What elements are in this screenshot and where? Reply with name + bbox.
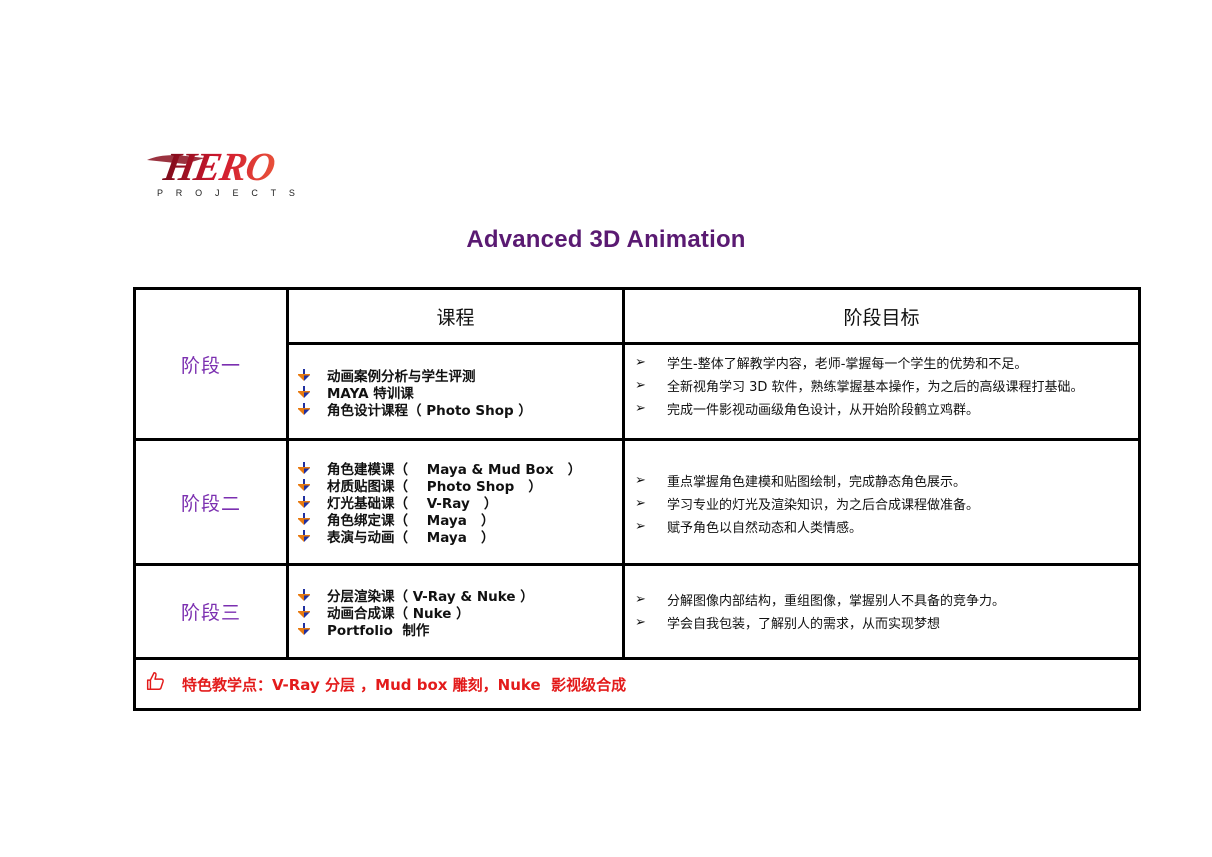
course-name: 表演与动画 (327, 530, 395, 546)
goal-text: 学习专业的灯光及渲染知识，为之后合成课程做准备。 (667, 498, 980, 513)
goal-text: 赋予角色以自然动态和人类情感。 (667, 521, 863, 536)
course-item: 灯光基础课 （ V-Ray ） (297, 494, 622, 512)
stage-1-courses: 动画案例分析与学生评测 MAYA 特训课 角色设计课程（ Photo Shop … (289, 345, 625, 441)
down-arrow-bullet-icon (297, 402, 327, 416)
arrowhead-bullet-icon: ➢ (635, 615, 646, 630)
course-item: 材质贴图课 （ Photo Shop ） (297, 477, 622, 495)
goal-item: ➢ 学生-整体了解教学内容，老师-掌握每一个学生的优势和不足。 (635, 351, 1138, 374)
down-arrow-bullet-icon (297, 622, 327, 636)
down-arrow-bullet-icon (297, 478, 327, 492)
stage-1-cell: 阶段一 (136, 290, 289, 441)
goal-header-label: 阶段目标 (843, 306, 920, 329)
course-name: 角色设计课程（ Photo Shop ） (327, 402, 532, 419)
down-arrow-bullet-icon (297, 461, 327, 475)
goal-text: 重点掌握角色建模和贴图绘制，完成静态角色展示。 (667, 475, 967, 490)
page-title: Advanced 3D Animation (466, 226, 746, 253)
arrowhead-bullet-icon: ➢ (635, 473, 646, 488)
goal-item: ➢ 学会自我包装，了解别人的需求，从而实现梦想 (635, 611, 1138, 634)
stage-label: 阶段二 (180, 492, 241, 515)
goal-text: 学会自我包装，了解别人的需求，从而实现梦想 (667, 617, 941, 632)
course-header: 课程 (289, 290, 625, 345)
svg-text:HERO: HERO (160, 144, 278, 189)
stage-1-goals: ➢ 学生-整体了解教学内容，老师-掌握每一个学生的优势和不足。 ➢ 全新视角学习… (625, 345, 1138, 441)
course-item: MAYA 特训课 (297, 383, 622, 402)
feature-text: 特色教学点：V-Ray 分层 ，Mud box 雕刻，Nuke 影视级合成 (182, 675, 627, 694)
stage-3-courses: 分层渲染课 （ V-Ray & Nuke ） 动画合成课 （ Nuke ） Po… (289, 566, 625, 660)
arrowhead-bullet-icon: ➢ (635, 519, 646, 534)
svg-text:P R O J E C T S: P R O J E C T S (157, 188, 300, 198)
course-item: 动画案例分析与学生评测 (297, 366, 622, 385)
goal-header: 阶段目标 (625, 290, 1138, 345)
course-item: 角色绑定课 （ Maya ） (297, 511, 622, 529)
arrowhead-bullet-icon: ➢ (635, 592, 646, 607)
goal-text: 分解图像内部结构，重组图像，掌握别人不具备的竞争力。 (667, 594, 1006, 609)
arrowhead-bullet-icon: ➢ (635, 496, 646, 511)
goal-item: ➢ 重点掌握角色建模和贴图绘制，完成静态角色展示。 (635, 469, 1138, 492)
down-arrow-bullet-icon (297, 529, 327, 543)
stage-label: 阶段三 (180, 602, 241, 624)
arrowhead-bullet-icon: ➢ (635, 355, 646, 370)
arrowhead-bullet-icon: ➢ (635, 401, 646, 416)
course-item: 分层渲染课 （ V-Ray & Nuke ） (297, 586, 622, 605)
curriculum-table: 阶段一 课程 阶段目标 动画案例分析与学生评测 MAYA 特训课 角色设计课程（… (133, 287, 1141, 711)
down-arrow-bullet-icon (297, 368, 327, 382)
thumbs-up-icon (146, 672, 164, 690)
down-arrow-bullet-icon (297, 512, 327, 526)
goal-item: ➢ 赋予角色以自然动态和人类情感。 (635, 515, 1138, 538)
goal-item: ➢ 分解图像内部结构，重组图像，掌握别人不具备的竞争力。 (635, 588, 1138, 611)
course-header-label: 课程 (436, 306, 475, 329)
down-arrow-bullet-icon (297, 385, 327, 399)
goal-item: ➢ 学习专业的灯光及渲染知识，为之后合成课程做准备。 (635, 492, 1138, 515)
course-tool: （ Maya ） (394, 530, 495, 546)
stage-2-goals: ➢ 重点掌握角色建模和贴图绘制，完成静态角色展示。 ➢ 学习专业的灯光及渲染知识… (625, 441, 1138, 566)
stage-3-cell: 阶段三 (136, 566, 289, 660)
goal-text: 学生-整体了解教学内容，老师-掌握每一个学生的优势和不足。 (667, 357, 1028, 372)
down-arrow-bullet-icon (297, 495, 327, 509)
goal-text: 完成一件影视动画级角色设计，从开始阶段鹤立鸡群。 (667, 403, 980, 418)
goal-text: 全新视角学习 3D 软件，熟练掌握基本操作，为之后的高级课程打基础。 (667, 380, 1084, 395)
stage-label: 阶段一 (180, 354, 241, 377)
goal-item: ➢ 完成一件影视动画级角色设计，从开始阶段鹤立鸡群。 (635, 397, 1138, 420)
feature-row: 特色教学点：V-Ray 分层 ，Mud box 雕刻，Nuke 影视级合成 (136, 660, 1138, 708)
stage-2-courses: 角色建模课 （ Maya & Mud Box ） 材质贴图课 （ Photo S… (289, 441, 625, 566)
stage-2-cell: 阶段二 (136, 441, 289, 566)
goal-item: ➢ 全新视角学习 3D 软件，熟练掌握基本操作，为之后的高级课程打基础。 (635, 374, 1138, 397)
down-arrow-bullet-icon (297, 605, 327, 619)
logo-graphic: HERO P R O J E C T S (147, 144, 300, 198)
course-name: Portfolio 制作 (327, 622, 430, 639)
down-arrow-bullet-icon (297, 588, 327, 602)
stage-3-goals: ➢ 分解图像内部结构，重组图像，掌握别人不具备的竞争力。 ➢ 学会自我包装，了解… (625, 566, 1138, 660)
hero-projects-logo: HERO P R O J E C T S (145, 142, 345, 202)
course-item: 角色设计课程（ Photo Shop ） (297, 400, 622, 419)
course-item: 角色建模课 （ Maya & Mud Box ） (297, 460, 622, 478)
course-item: 表演与动画 （ Maya ） (297, 528, 622, 546)
course-item: 动画合成课 （ Nuke ） (297, 603, 622, 622)
course-item: Portfolio 制作 (297, 620, 622, 639)
arrowhead-bullet-icon: ➢ (635, 378, 646, 393)
